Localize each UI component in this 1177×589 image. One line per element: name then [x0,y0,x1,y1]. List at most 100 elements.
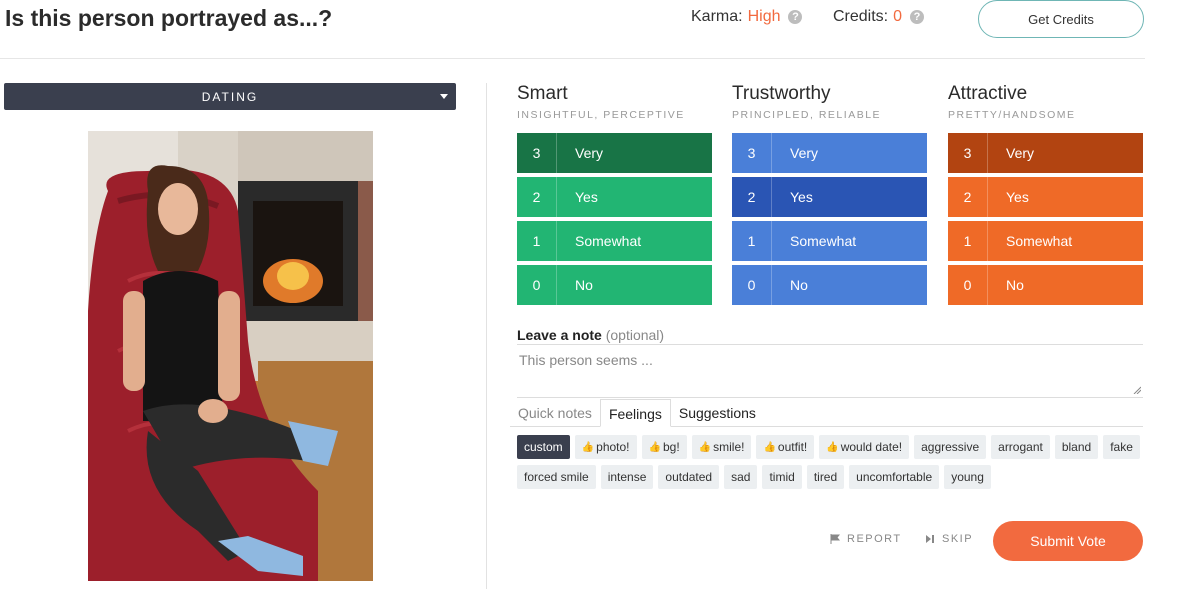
rating-option-3[interactable]: 3 Very [948,133,1143,173]
chip-bland[interactable]: bland [1054,435,1099,459]
thumbs-up-icon: 👍 [826,441,839,453]
chip-tired[interactable]: tired [806,465,845,489]
profile-photo [88,131,373,581]
note-optional-text: (optional) [605,327,665,343]
rating-label: Yes [790,189,813,205]
rating-label: No [1006,277,1024,293]
rating-number: 2 [732,177,772,217]
column-divider [486,83,487,589]
resize-grip-icon[interactable] [1133,386,1141,394]
skip-button[interactable]: SKIP [925,533,973,545]
rating-column-attractive: Attractive PRETTY/HANDSOME 3 Very 2 Yes 1 S… [948,83,1143,305]
rating-number: 2 [517,177,557,217]
page-title: Is this person portrayed as...? [5,5,333,31]
rating-label: No [575,277,593,293]
rating-column-smart: Smart INSIGHTFUL, PERCEPTIVE 3 Very 2 Yes … [517,83,712,305]
chip-label: uncomfortable [856,470,933,484]
rating-label: Yes [575,189,598,205]
credits-label: Credits: [833,8,889,25]
chip-label: bg! [662,440,680,454]
credits-help-icon[interactable]: ? [910,10,925,24]
chip-forced-smile[interactable]: forced smile [517,465,596,489]
rating-option-0[interactable]: 0 No [732,265,927,305]
rating-option-1[interactable]: 1 Somewhat [732,221,927,261]
chip-would-date[interactable]: 👍 would date! [819,435,910,459]
rating-number: 3 [948,133,988,173]
rating-number: 3 [732,133,772,173]
rating-number: 0 [732,265,772,305]
rating-subtitle: PRINCIPLED, RELIABLE [732,109,882,121]
report-label: REPORT [847,533,902,545]
category-dropdown-value: DATING [201,89,259,104]
chip-label: tired [813,470,838,484]
rating-option-2[interactable]: 2 Yes [948,177,1143,217]
tab-quick-notes[interactable]: Quick notes [510,399,600,427]
thumbs-up-icon: 👍 [698,441,712,453]
credits-indicator: Credits: 0 ? [833,8,925,26]
rating-number: 2 [948,177,988,217]
rating-label: Somewhat [790,233,857,249]
rating-label: Very [1006,145,1035,161]
rating-number: 0 [948,265,988,305]
flag-icon [830,534,840,544]
chip-outfit[interactable]: 👍 outfit! [756,435,815,459]
chip-outdated[interactable]: outdated [658,465,720,489]
caret-down-icon [440,94,448,99]
note-textarea[interactable] [517,344,1143,398]
karma-help-icon[interactable]: ? [788,10,803,24]
chip-intense[interactable]: intense [600,465,654,489]
tab-feelings[interactable]: Feelings [599,399,671,427]
get-credits-button[interactable]: Get Credits [978,0,1144,38]
rating-option-2[interactable]: 2 Yes [517,177,712,217]
chip-photo[interactable]: 👍 photo! [574,435,637,459]
chip-arrogant[interactable]: arrogant [991,435,1050,459]
chip-sad[interactable]: sad [724,465,758,489]
chip-label: timid [769,470,795,484]
chip-row: custom 👍 photo! 👍 bg! 👍 smile! 👍 outfit! 👍 wo… [517,435,1143,459]
chip-label: arrogant [998,440,1043,454]
chip-label: aggressive [921,440,980,454]
chip-timid[interactable]: timid [762,465,802,489]
rating-option-1[interactable]: 1 Somewhat [517,221,712,261]
chip-uncomfortable[interactable]: uncomfortable [849,465,940,489]
karma-label: Karma: [691,8,743,25]
category-dropdown[interactable]: DATING [4,83,456,110]
rating-label: Very [575,145,604,161]
chip-label: photo! [596,440,630,454]
rating-label: Very [790,145,819,161]
thumbs-up-icon: 👍 [763,441,776,453]
chip-fake[interactable]: fake [1103,435,1140,459]
rating-option-0[interactable]: 0 No [517,265,712,305]
rating-option-3[interactable]: 3 Very [517,133,712,173]
tab-suggestions[interactable]: Suggestions [671,399,764,427]
chip-label: bland [1061,440,1092,454]
chip-custom[interactable]: custom [517,435,570,459]
chip-bg[interactable]: 👍 bg! [641,435,687,459]
rating-option-1[interactable]: 1 Somewhat [948,221,1143,261]
chip-label: outdated [665,470,713,484]
rating-option-0[interactable]: 0 No [948,265,1143,305]
report-button[interactable]: REPORT [830,533,902,545]
rating-option-2[interactable]: 2 Yes [732,177,927,217]
chip-young[interactable]: young [944,465,991,489]
rating-number: 3 [517,133,557,173]
rating-option-3[interactable]: 3 Very [732,133,927,173]
credits-value: 0 [893,8,903,25]
chip-label: sad [731,470,751,484]
rating-number: 0 [517,265,557,305]
note-label: Leave a note (optional) [517,327,664,343]
skip-icon [926,535,934,543]
chip-label: would date! [840,440,903,454]
chip-label: intense [607,470,647,484]
karma-value: High [747,8,781,25]
rating-label: Somewhat [575,233,642,249]
rating-subtitle: PRETTY/HANDSOME [948,109,1076,121]
rating-title: Attractive [948,83,1028,104]
chip-aggressive[interactable]: aggressive [914,435,987,459]
chip-label: smile! [713,440,745,454]
submit-vote-button[interactable]: Submit Vote [993,521,1143,561]
chip-label: fake [1110,440,1133,454]
chip-row: forced smile intense outdated sad timid … [517,465,1143,489]
chip-smile[interactable]: 👍 smile! [691,435,752,459]
rating-column-trustworthy: Trustworthy PRINCIPLED, RELIABLE 3 Very 2… [732,83,927,305]
